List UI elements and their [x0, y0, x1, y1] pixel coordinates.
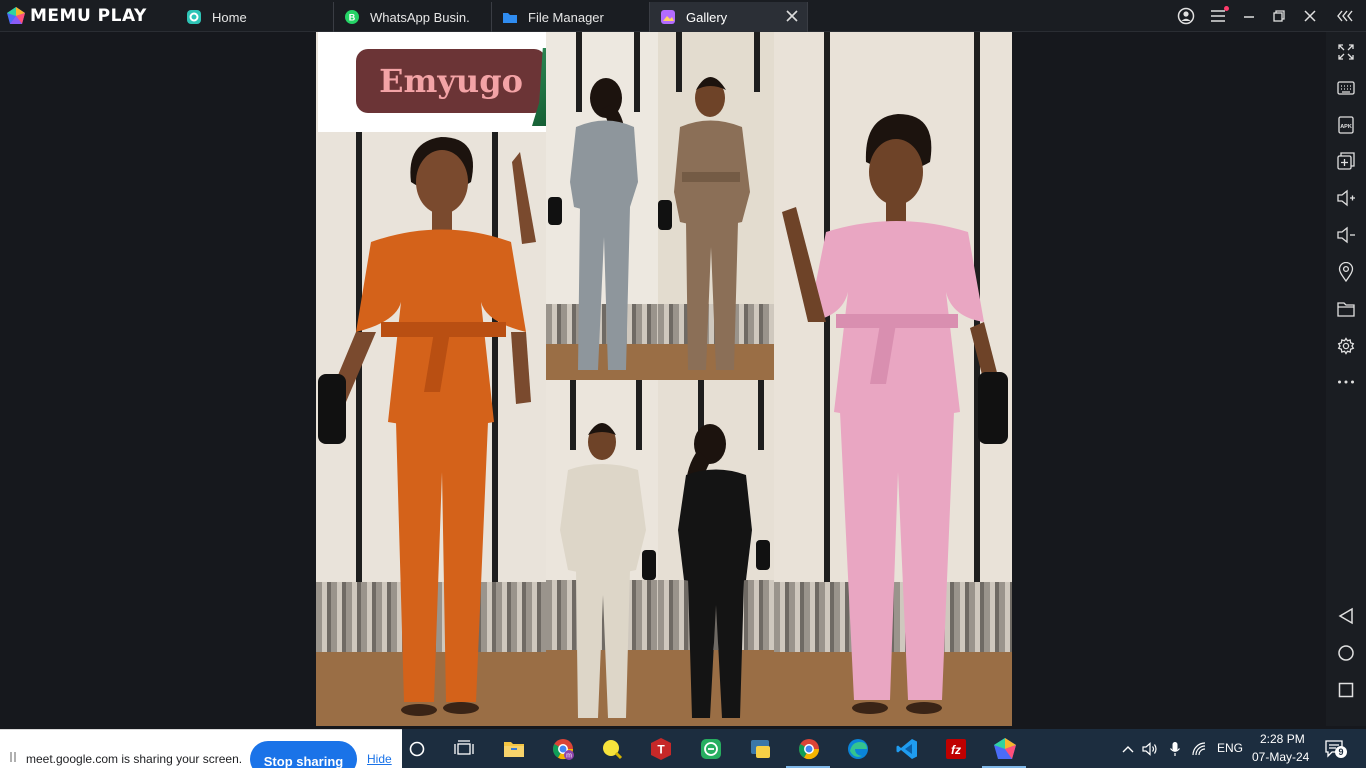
filezilla-icon[interactable]: fz — [943, 736, 969, 762]
clock-date[interactable]: 07-May-24 — [1252, 750, 1309, 764]
screen-share-bar: meet.google.com is sharing your screen. … — [0, 729, 402, 768]
svg-text:B: B — [349, 13, 356, 23]
home-app-icon — [186, 9, 202, 25]
notification-dot — [1224, 6, 1229, 11]
folder-icon — [502, 9, 518, 25]
shared-folder-icon[interactable] — [1335, 298, 1357, 320]
emulator-sidebar: APK — [1326, 32, 1366, 726]
more-icon[interactable] — [1335, 371, 1357, 393]
location-icon[interactable] — [1335, 261, 1357, 283]
restore-icon[interactable] — [1269, 6, 1289, 26]
notification-count-badge: 9 — [1335, 746, 1347, 758]
tab-close-icon[interactable] — [785, 9, 799, 23]
close-icon[interactable] — [1300, 6, 1320, 26]
screen: MEMU PLAY Home B WhatsApp Busin. File Ma… — [0, 0, 1366, 768]
photo-panel-cream — [546, 380, 658, 726]
microphone-icon[interactable] — [1167, 741, 1183, 757]
photo-panel-brown — [658, 32, 774, 380]
notification-center-icon[interactable]: 9 — [1324, 739, 1347, 759]
svg-text:T: T — [657, 743, 665, 757]
apk-label: APK — [1340, 124, 1352, 130]
tab-label: WhatsApp Busin. — [370, 9, 470, 25]
brand-text: Emyugo — [379, 62, 523, 100]
photo-panel-grey — [546, 32, 658, 380]
svg-text:fz: fz — [951, 743, 961, 757]
tab-label: File Manager — [528, 9, 604, 25]
python-icon[interactable] — [747, 736, 773, 762]
memu-logo-text: MEMU PLAY — [30, 6, 147, 26]
hide-link[interactable]: Hide — [367, 752, 392, 766]
edge-icon[interactable] — [845, 736, 871, 762]
collapse-sidebar-icon[interactable] — [1335, 6, 1355, 26]
minimize-icon[interactable] — [1239, 6, 1259, 26]
share-message: meet.google.com is sharing your screen. — [26, 752, 243, 766]
fullscreen-icon[interactable] — [1335, 41, 1357, 63]
memu-icon[interactable] — [992, 736, 1018, 762]
account-icon[interactable] — [1176, 6, 1196, 26]
recents-icon[interactable] — [1335, 679, 1357, 701]
t-app-icon[interactable]: T — [648, 736, 674, 762]
gallery-photo[interactable]: Emyugo — [316, 32, 1012, 726]
language-indicator[interactable]: ENG — [1217, 741, 1243, 755]
tray-chevron-up-icon[interactable] — [1120, 741, 1136, 757]
settings-icon[interactable] — [1335, 335, 1357, 357]
tab-label: Gallery — [686, 9, 728, 25]
home-icon[interactable] — [1335, 642, 1357, 664]
tab-file-manager[interactable]: File Manager — [492, 2, 650, 32]
tab-whatsapp-business[interactable]: B WhatsApp Busin. — [334, 2, 492, 32]
chrome-profile-icon[interactable]: m — [550, 736, 576, 762]
stop-sharing-button[interactable]: Stop sharing — [250, 741, 357, 768]
brand-logo-box: Emyugo — [318, 32, 546, 132]
tab-label: Home — [212, 9, 247, 25]
apk-icon[interactable]: APK — [1335, 114, 1357, 136]
photo-panel-orange: Emyugo — [316, 32, 546, 726]
green-app-icon[interactable] — [698, 736, 724, 762]
vscode-icon[interactable] — [894, 736, 920, 762]
memu-logo-icon — [6, 6, 26, 26]
tab-gallery[interactable]: Gallery — [650, 2, 808, 32]
wifi-icon[interactable] — [1192, 741, 1208, 757]
tab-home[interactable]: Home — [176, 2, 334, 32]
windows-taskbar: m T fz ENG 2:28 PM 07-May-24 9 — [402, 729, 1366, 768]
memu-logo: MEMU PLAY — [6, 6, 147, 26]
photo-panel-pink — [774, 32, 1012, 726]
chrome-icon[interactable] — [796, 736, 822, 762]
keyboard-icon[interactable] — [1335, 77, 1357, 99]
cortana-icon[interactable] — [404, 736, 430, 762]
volume-up-icon[interactable] — [1335, 187, 1357, 209]
svg-text:m: m — [566, 753, 572, 760]
gallery-icon — [660, 9, 676, 25]
yellow-app-icon[interactable] — [599, 736, 625, 762]
speaker-icon[interactable] — [1142, 741, 1158, 757]
brand-logo: Emyugo — [356, 49, 546, 113]
back-icon[interactable] — [1335, 605, 1357, 627]
drag-handle-icon[interactable] — [10, 752, 16, 762]
android-display[interactable]: Emyugo — [0, 32, 1326, 726]
task-view-icon[interactable] — [451, 736, 477, 762]
whatsapp-business-icon: B — [344, 9, 360, 25]
photo-panel-black — [658, 380, 774, 726]
file-explorer-icon[interactable] — [501, 736, 527, 762]
volume-down-icon[interactable] — [1335, 224, 1357, 246]
clock-time[interactable]: 2:28 PM — [1260, 732, 1305, 746]
emulator-title-bar: MEMU PLAY Home B WhatsApp Busin. File Ma… — [0, 0, 1366, 32]
multi-instance-icon[interactable] — [1335, 150, 1357, 172]
